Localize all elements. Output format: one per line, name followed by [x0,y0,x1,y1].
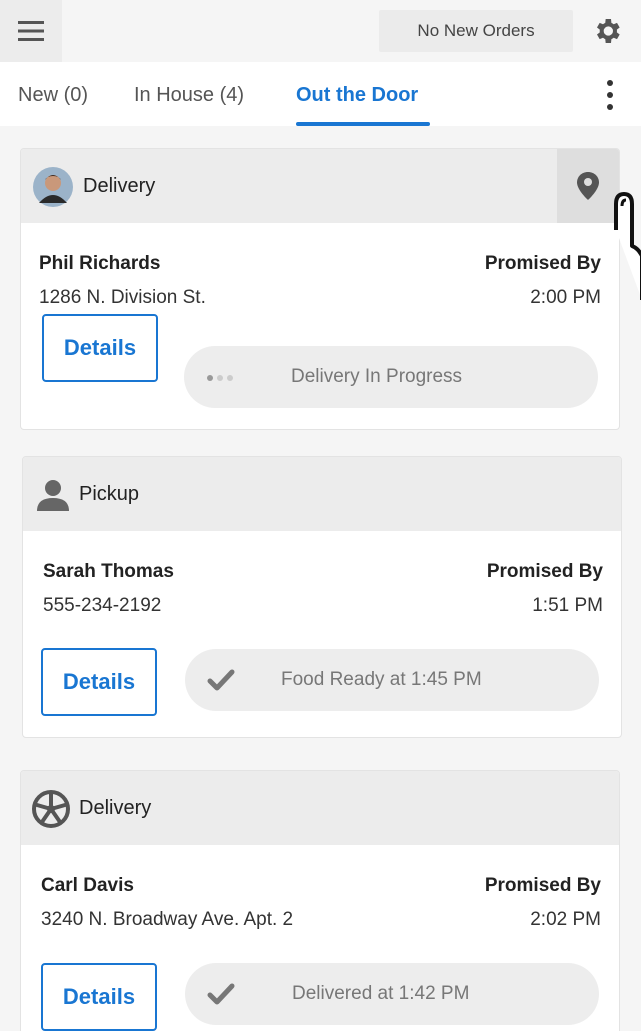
status-text: Delivered at 1:42 PM [292,983,470,1004]
order-screen: No New Orders New (0) In House (4) Out t… [0,0,641,1031]
map-pin-icon [577,172,599,200]
active-tab-indicator [296,122,430,126]
promised-time: 2:02 PM [530,909,601,930]
checkmark-icon [207,669,235,691]
promised-time: 1:51 PM [532,595,603,616]
customer-address: 1286 N. Division St. [39,287,206,308]
order-type: Pickup [79,483,140,505]
customer-name: Carl Davis [41,875,134,896]
promised-by-label: Promised By [484,253,601,274]
hand-cursor-icon [614,192,641,300]
status-pill: Food Ready at 1:45 PM [185,649,599,711]
order-type: Delivery [79,797,152,819]
promised-by-label: Promised By [486,561,603,582]
menu-button[interactable] [0,0,62,62]
tab-in-house[interactable]: In House (4) [134,84,244,107]
settings-button[interactable] [585,10,629,52]
driver-avatar [33,167,73,207]
customer-phone: 555-234-2192 [43,595,162,616]
order-card: Delivery Phil Richards 1286 N. Division … [20,148,620,430]
status-text: Food Ready at 1:45 PM [281,669,482,690]
person-icon [37,480,69,511]
top-bar: No New Orders [0,0,641,62]
order-card: Pickup Sarah Thomas 555-234-2192 Promise… [22,456,622,738]
details-button[interactable]: Details [41,648,157,716]
customer-name: Sarah Thomas [43,561,174,582]
order-card: Delivery Carl Davis 3240 N. Broadway Ave… [20,770,620,1031]
order-type: Delivery [83,175,156,197]
promised-time: 2:00 PM [530,287,601,308]
more-options-icon[interactable] [597,80,623,110]
details-button[interactable]: Details [41,963,157,1031]
promised-by-label: Promised By [484,875,601,896]
status-pill: Delivery In Progress [184,346,598,408]
checkmark-icon [207,983,235,1005]
tab-out-the-door[interactable]: Out the Door [296,84,418,107]
orders-status-badge[interactable]: No New Orders [379,10,573,52]
wheel-icon [32,790,70,828]
hamburger-icon [18,21,44,41]
card-header: Delivery [21,149,619,223]
card-header: Delivery [21,771,619,845]
customer-address: 3240 N. Broadway Ave. Apt. 2 [41,909,294,930]
tab-new[interactable]: New (0) [18,84,88,107]
progress-dots-icon [207,375,233,381]
order-tabs: New (0) In House (4) Out the Door [0,62,641,126]
status-pill: Delivered at 1:42 PM [185,963,599,1025]
gear-icon [597,19,620,43]
card-header: Pickup [23,457,621,531]
status-text: Delivery In Progress [291,366,463,387]
details-button[interactable]: Details [42,314,158,382]
customer-name: Phil Richards [39,253,161,274]
